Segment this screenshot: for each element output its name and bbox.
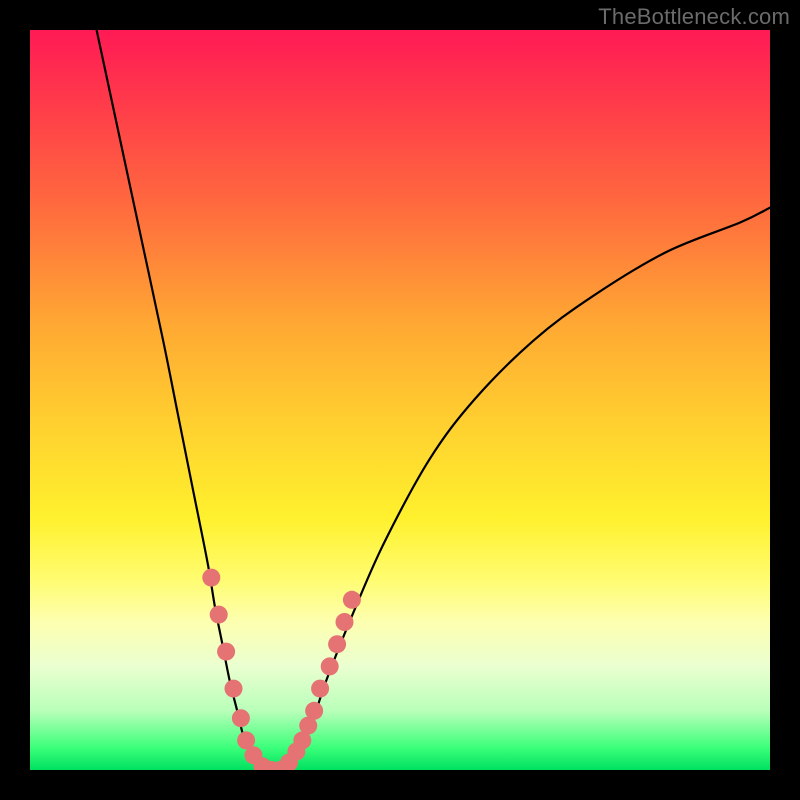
marker-dot — [305, 702, 323, 720]
marker-dot — [293, 731, 311, 749]
marker-dot — [237, 731, 255, 749]
marker-dot — [287, 743, 305, 761]
marker-dot — [336, 613, 354, 631]
marker-dot — [202, 569, 220, 587]
marker-dot — [217, 643, 235, 661]
marker-dot — [280, 754, 298, 770]
chart-svg — [30, 30, 770, 770]
marker-dot — [271, 761, 289, 770]
marker-dot — [299, 717, 317, 735]
chart-frame: TheBottleneck.com — [0, 0, 800, 800]
marker-dot — [210, 606, 228, 624]
bottleneck-curve — [97, 30, 770, 770]
attribution-label: TheBottleneck.com — [598, 4, 790, 30]
marker-dot — [262, 761, 280, 770]
marker-dot — [253, 757, 271, 770]
marker-dot — [232, 709, 250, 727]
marker-dot — [343, 591, 361, 609]
marker-dot — [244, 746, 262, 764]
marker-dot — [321, 657, 339, 675]
highlighted-points — [202, 569, 361, 770]
marker-dot — [328, 635, 346, 653]
plot-area — [30, 30, 770, 770]
marker-dot — [311, 680, 329, 698]
marker-dot — [225, 680, 243, 698]
